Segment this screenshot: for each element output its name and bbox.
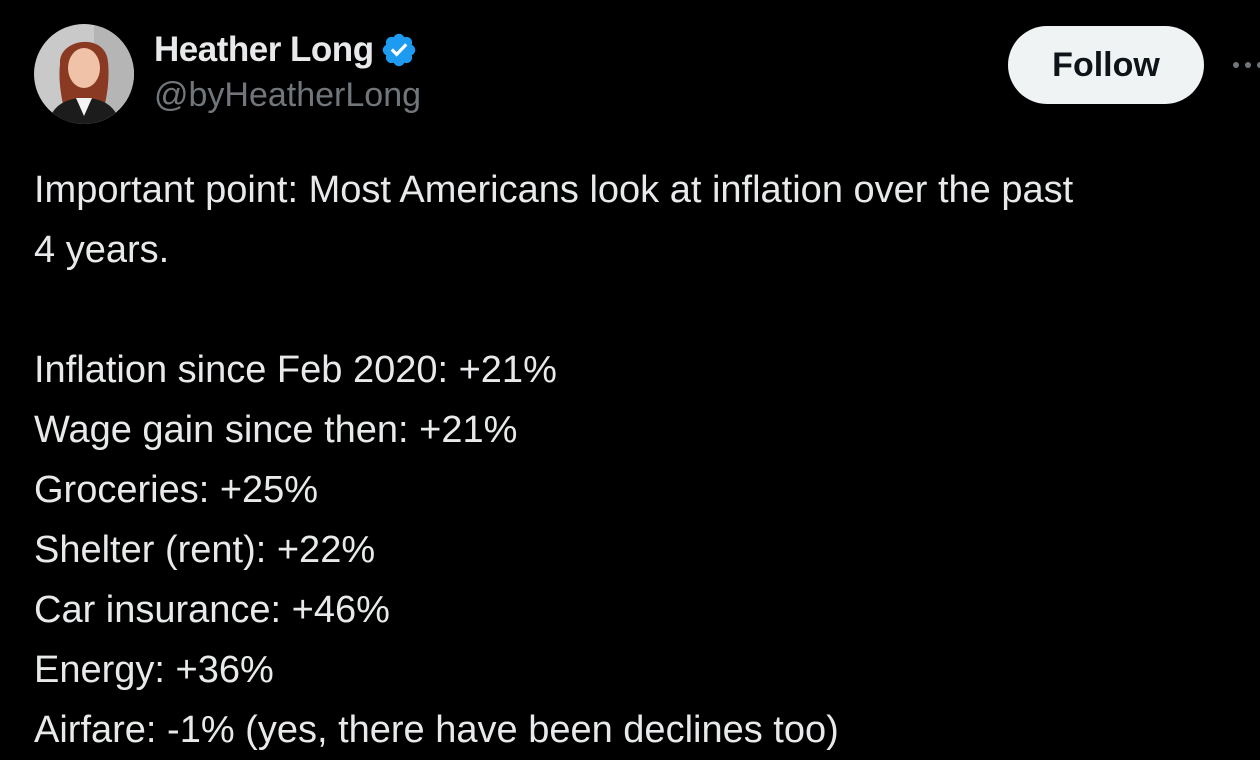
follow-button[interactable]: Follow <box>1008 26 1204 104</box>
stat-line-shelter: Shelter (rent): +22% <box>34 529 376 571</box>
stat-line-energy: Energy: +36% <box>34 649 274 691</box>
verified-badge-icon[interactable] <box>380 31 418 69</box>
display-name[interactable]: Heather Long <box>154 30 374 70</box>
tweet-text-line: Important point: Most Americans look at … <box>34 169 1074 211</box>
stat-line-car-insurance: Car insurance: +46% <box>34 589 390 631</box>
stat-line-groceries: Groceries: +25% <box>34 469 319 511</box>
display-name-row: Heather Long <box>154 28 421 72</box>
author-handle[interactable]: @byHeatherLong <box>154 76 421 115</box>
tweet-header: Heather Long @byHeatherLong Follow <box>0 0 1260 140</box>
avatar-image <box>34 24 134 124</box>
stat-line-wage-gain: Wage gain since then: +21% <box>34 409 518 451</box>
more-icon[interactable] <box>1228 50 1260 80</box>
stat-line-inflation: Inflation since Feb 2020: +21% <box>34 349 557 391</box>
tweet-text-line: 4 years. <box>34 229 170 271</box>
tweet-text: Important point: Most Americans look at … <box>34 160 1254 760</box>
avatar[interactable] <box>34 24 134 124</box>
author-info: Heather Long @byHeatherLong <box>154 28 421 115</box>
stat-line-airfare: Airfare: -1% (yes, there have been decli… <box>34 709 839 751</box>
